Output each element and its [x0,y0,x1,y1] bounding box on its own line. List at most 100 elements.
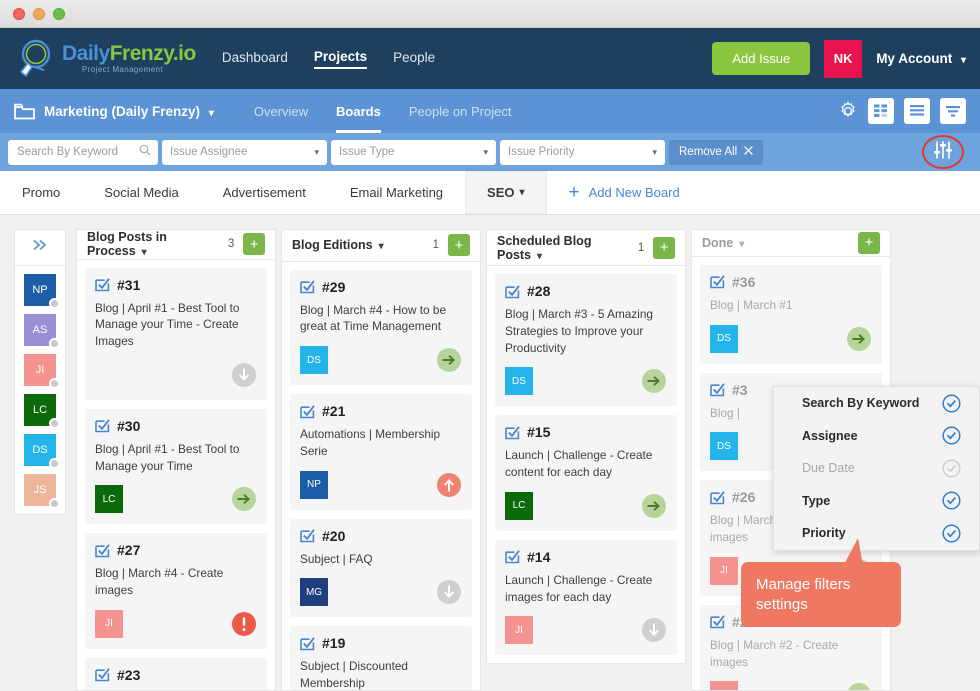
window-titlebar [0,0,980,28]
list-view-icon[interactable] [904,98,930,124]
card-header: #29 [300,279,462,295]
avatar[interactable]: LC [95,485,123,514]
avatar[interactable]: JI [505,616,533,645]
nav-link-people[interactable]: People [393,50,435,68]
issue-card[interactable]: #20 Subject | FAQ MG [290,518,472,618]
priority-medium-icon[interactable] [846,682,872,690]
tab-boards[interactable]: Boards [322,89,395,133]
avatar[interactable]: JI [710,556,738,585]
add-new-board-button[interactable]: + Add New Board [547,171,702,214]
issue-card[interactable]: #23Automation | Create automations based… [85,657,267,690]
card-footer: LC [95,484,257,514]
issue-card[interactable]: #36 Blog | March #1 DS [700,264,882,364]
compact-view-icon[interactable] [940,98,966,124]
avatar[interactable]: NP [300,470,328,499]
avatar[interactable]: DS [24,434,60,469]
check-circle-icon[interactable] [942,524,961,543]
window-minimize-button[interactable] [33,7,45,20]
priority-low-icon[interactable] [641,617,667,643]
avatar[interactable]: JI [710,681,738,690]
filter-option-row[interactable]: Type [774,485,979,518]
window-close-button[interactable] [13,7,25,20]
search-input[interactable] [8,139,158,165]
avatar[interactable]: AS [24,314,60,349]
issue-card[interactable]: #14 Launch | Challenge - Create images fo… [495,539,677,656]
column-title-menu[interactable]: Blog Posts in Process ▾ [87,230,228,258]
issue-card[interactable]: #28 Blog | March #3 - 5 Amazing Strategie… [495,274,677,407]
column-title-menu[interactable]: Blog Editions ▾ [292,238,384,252]
priority-low-icon[interactable] [231,362,257,388]
avatar[interactable]: DS [710,324,738,353]
board-tab-email-marketing[interactable]: Email Marketing [328,171,465,214]
avatar[interactable]: JI [95,609,123,638]
priority-medium-icon[interactable] [641,493,667,519]
people-rail-collapse-button[interactable] [15,230,65,266]
check-circle-disabled-icon[interactable] [942,459,961,478]
avatar[interactable]: JS [24,474,60,509]
issue-card[interactable]: #31 Blog | April #1 - Best Tool to Manage… [85,267,267,400]
presence-dot [49,298,60,309]
priority-high-icon[interactable] [436,472,462,498]
priority-medium-icon[interactable] [846,326,872,352]
project-selector[interactable]: Marketing (Daily Frenzy) ▾ [44,104,214,119]
filter-option-row[interactable]: Due Date [774,452,979,485]
issue-card[interactable]: #19Subject | Discounted MembershipLC [290,626,472,690]
board-tab-advertisement[interactable]: Advertisement [201,171,328,214]
avatar[interactable]: MG [300,578,328,607]
board-view-icon[interactable] [868,98,894,124]
avatar[interactable]: LC [505,491,533,520]
issue-assignee-select[interactable]: Issue Assignee ▾ [162,139,327,165]
priority-medium-icon[interactable] [436,347,462,373]
avatar[interactable]: DS [505,367,533,396]
add-card-button[interactable]: + [448,234,470,257]
brand-logo-group[interactable]: DailyFrenzy.io Project Management [14,37,196,81]
filter-option-row[interactable]: Priority [774,517,979,550]
column-count: 3 [227,238,235,251]
filter-option-row[interactable]: Assignee [774,420,979,453]
add-issue-button[interactable]: Add Issue [712,42,811,75]
avatar[interactable]: NP [24,274,60,309]
task-checkbox-icon [710,490,725,505]
issue-card[interactable]: #29 Blog | March #4 - How to be great at … [290,269,472,386]
gear-icon[interactable] [838,101,858,121]
tab-people-on-project[interactable]: People on Project [395,89,526,133]
check-circle-icon[interactable] [942,491,961,510]
top-navbar: DailyFrenzy.io Project Management Dashbo… [0,28,980,89]
add-card-button[interactable]: + [243,233,265,256]
manage-filters-settings-button[interactable] [922,135,964,169]
column-title-menu[interactable]: Done ▾ [702,236,744,250]
window-maximize-button[interactable] [53,7,65,20]
column-title-menu[interactable]: Scheduled Blog Posts ▾ [497,234,638,262]
people-rail: NP AS JI LC DS JS [14,229,66,515]
nav-link-projects[interactable]: Projects [313,49,368,69]
check-circle-icon[interactable] [942,426,961,445]
priority-low-icon[interactable] [436,579,462,605]
priority-medium-icon[interactable] [231,486,257,512]
add-card-button[interactable]: + [858,231,880,254]
issue-type-select[interactable]: Issue Type ▾ [331,139,496,165]
filter-option-label: Assignee [802,428,858,443]
avatar[interactable]: JI [24,354,60,389]
add-card-button[interactable]: + [653,236,675,259]
tab-overview[interactable]: Overview [240,89,322,133]
board-tab-seo[interactable]: SEO ▾ [465,171,547,214]
my-account-menu[interactable]: My Account ▾ [876,51,966,66]
priority-medium-icon[interactable] [641,368,667,394]
issue-card[interactable]: #21 Automations | Membership Serie NP [290,394,472,510]
filter-option-row[interactable]: Search By Keyword [774,387,979,420]
board-tab-promo[interactable]: Promo [0,171,82,214]
priority-urgent-icon[interactable] [231,611,257,637]
issue-priority-select[interactable]: Issue Priority ▾ [500,139,665,165]
nav-link-dashboard[interactable]: Dashboard [222,50,288,68]
remove-all-filters-button[interactable]: Remove All [669,139,764,165]
check-circle-icon[interactable] [942,394,961,413]
issue-card[interactable]: #30 Blog | April #1 - Best Tool to Manage… [85,408,267,525]
avatar[interactable]: DS [300,346,328,375]
avatar[interactable]: DS [710,432,738,461]
people-rail-list: NP AS JI LC DS JS [15,266,65,514]
issue-card[interactable]: #15 Launch | Challenge - Create content f… [495,415,677,531]
board-tab-social-media[interactable]: Social Media [82,171,200,214]
issue-card[interactable]: #27 Blog | March #4 - Create images JI [85,533,267,649]
avatar[interactable]: LC [24,394,60,429]
user-avatar[interactable]: NK [824,39,863,78]
